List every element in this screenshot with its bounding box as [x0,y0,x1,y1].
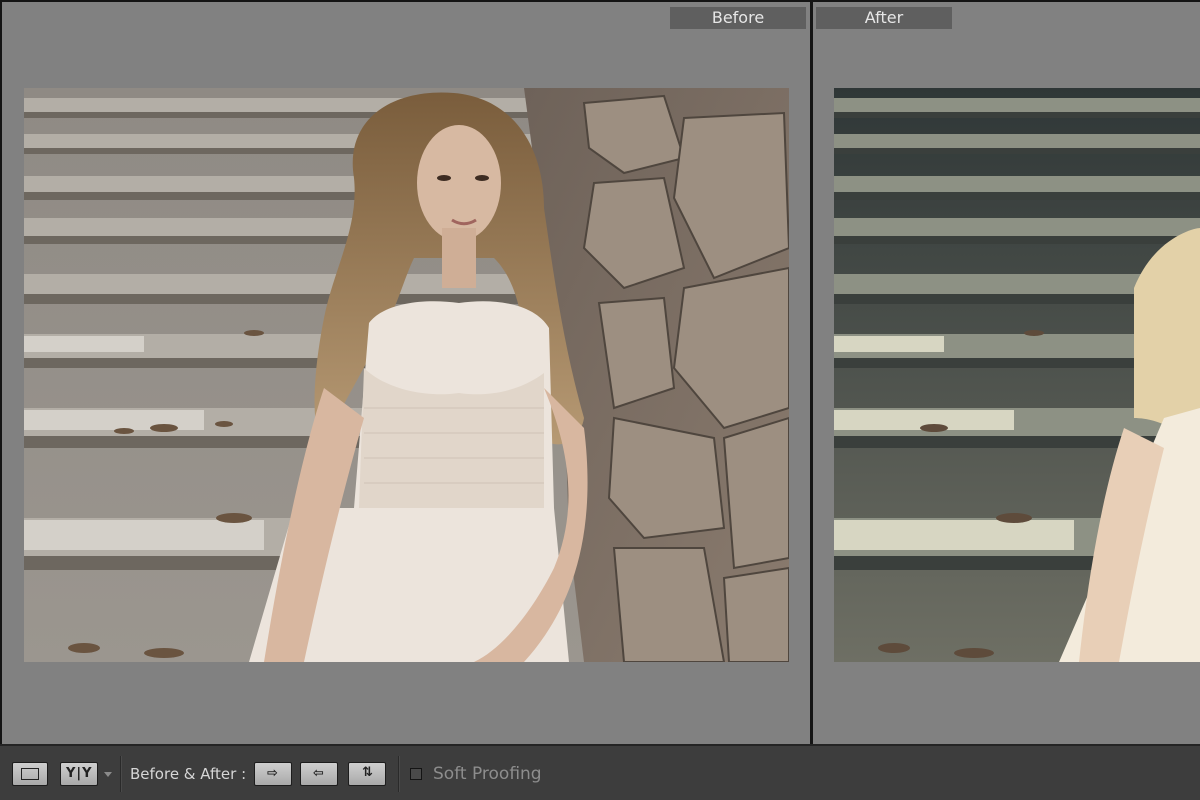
bottom-toolbar: Y|Y Before & After : ⇨ ⇦ ⇅ Soft Proofing [0,744,1200,800]
toolbar-separator [398,756,400,792]
before-pane[interactable]: Before [0,0,810,744]
before-photo-image [24,88,789,662]
swap-before-after-button[interactable]: ⇅ [348,762,386,786]
before-label: Before [670,7,806,29]
after-photo[interactable] [834,88,1200,662]
after-photo-image [834,88,1200,662]
after-pane[interactable]: After [813,0,1200,744]
soft-proofing-label[interactable]: Soft Proofing [433,762,542,786]
copy-before-to-after-button[interactable]: ⇨ [254,762,292,786]
swap-vertical-icon: ⇅ [362,765,373,780]
view-mode-dropdown-caret[interactable] [104,772,112,777]
arrow-left-icon: ⇦ [313,766,324,781]
before-photo[interactable] [24,88,789,662]
toolbar-separator [120,756,122,792]
before-after-label: Before & After : [130,765,247,783]
loupe-view-button[interactable] [12,762,48,786]
soft-proofing-checkbox[interactable] [410,768,422,780]
before-after-view-button[interactable]: Y|Y [60,762,98,786]
after-label: After [816,7,952,29]
copy-after-to-before-button[interactable]: ⇦ [300,762,338,786]
before-after-view-label: Y|Y [66,766,93,781]
single-rectangle-icon [21,768,39,780]
arrow-right-icon: ⇨ [267,766,278,781]
